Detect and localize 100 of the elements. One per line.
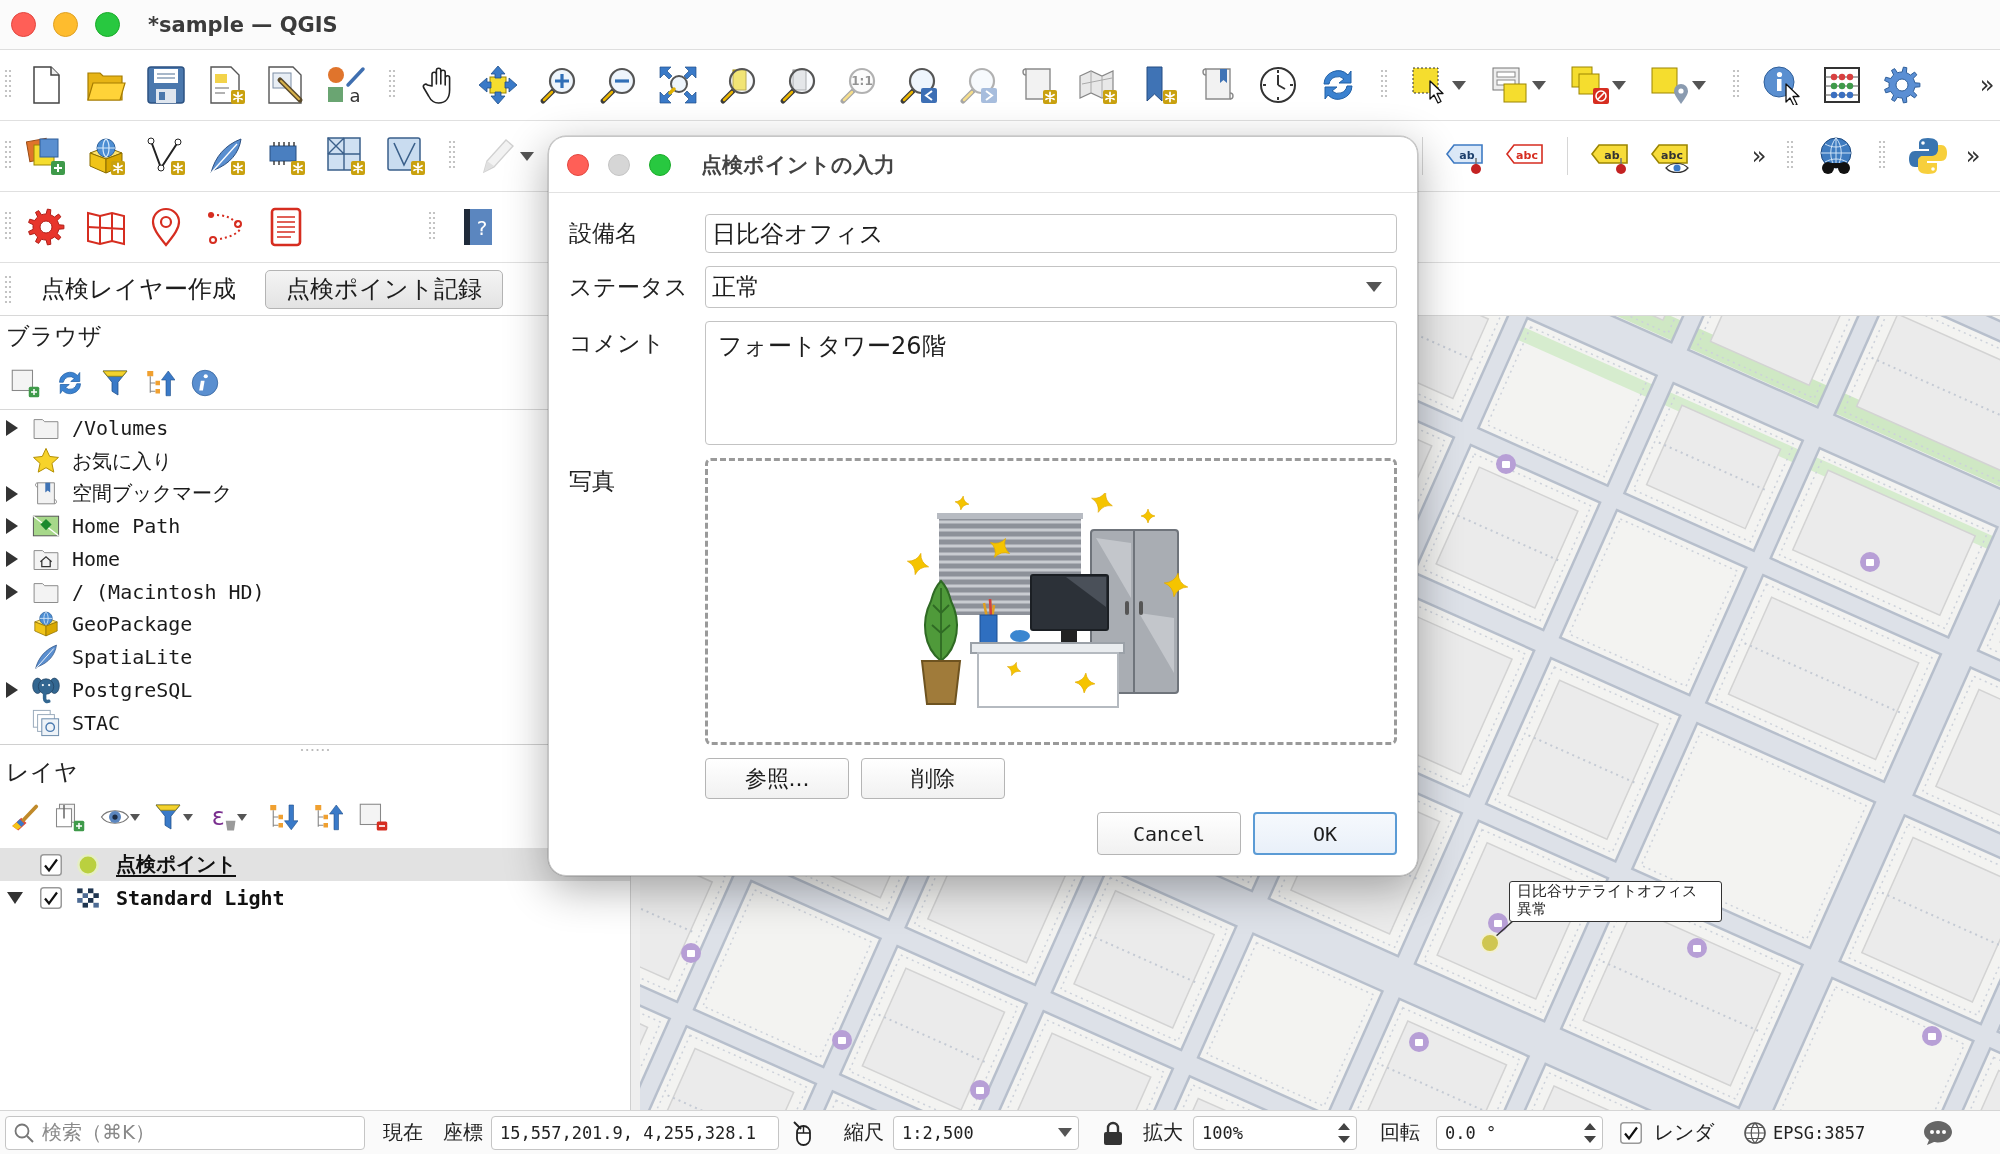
caret-icon[interactable] (1452, 80, 1466, 90)
field-label: 写真 (569, 467, 616, 496)
tree-item-label[interactable]: STAC (72, 710, 121, 735)
caret-icon[interactable] (1366, 282, 1382, 292)
zoom-button[interactable] (95, 12, 120, 37)
layer-checkbox[interactable] (40, 853, 62, 876)
plugin-button[interactable]: 点検レイヤー作成 (20, 269, 257, 309)
info-cursor-icon[interactable] (1762, 65, 1802, 105)
tree-item-label[interactable]: GeoPackage (72, 612, 193, 637)
vertices-badge-icon[interactable] (146, 136, 186, 176)
stacked-layers-plus-icon[interactable] (26, 136, 66, 176)
magnifier-spinbox[interactable]: 100% (1193, 1115, 1357, 1150)
window-title: *sample — QGIS (148, 12, 338, 37)
scale-label: 縮尺 (844, 1119, 884, 1146)
caret-icon[interactable] (1612, 80, 1626, 90)
expand-arrow-icon[interactable] (6, 485, 18, 502)
field-label: 設備名 (569, 219, 639, 248)
expand-arrow-icon[interactable] (6, 420, 18, 437)
caret-icon[interactable] (183, 813, 193, 821)
tree-item-label[interactable]: PostgreSQL (72, 677, 193, 702)
box-globe-badge-icon[interactable] (86, 136, 126, 176)
gear-icon[interactable] (26, 207, 66, 247)
scale-dropdown[interactable]: 1:2,500 (893, 1115, 1079, 1150)
drag-handle-icon[interactable] (4, 274, 12, 304)
tree-item-label[interactable]: /Volumes (72, 416, 169, 441)
layer-label[interactable]: Standard Light (116, 885, 285, 910)
magnifier-layer-icon[interactable] (778, 65, 818, 105)
square-minus-icon[interactable] (358, 802, 388, 832)
layer-checkbox[interactable] (40, 886, 62, 909)
dialog-title: 点検ポイントの入力 (701, 151, 895, 179)
collapse-arrow-icon[interactable] (7, 891, 23, 904)
elephant-head-icon (32, 675, 60, 704)
coordinate-field[interactable]: 15,557,201.9, 4,255,328.1 (491, 1115, 779, 1150)
close-button[interactable] (567, 153, 589, 176)
tree-item-label[interactable]: Home (72, 547, 121, 572)
overflow-button[interactable]: » (1958, 136, 1988, 176)
field-label: コメント (569, 329, 666, 358)
layer-row[interactable]: Standard Light (0, 881, 630, 914)
photo-action-button[interactable]: 削除 (861, 758, 1005, 799)
mesh-badge-icon[interactable] (386, 136, 426, 176)
render-label[interactable]: レンダ (1654, 1119, 1714, 1146)
tree-item-label[interactable]: お気に入り (72, 447, 172, 475)
expand-arrow-icon[interactable] (6, 518, 18, 535)
tree-item-label[interactable]: SpatiaLite (72, 645, 193, 670)
tree-item-label[interactable]: Home Path (72, 514, 181, 539)
info-icon[interactable] (189, 367, 220, 398)
status-dropdown[interactable]: 正常 (705, 266, 1397, 308)
zoom-in-icon[interactable] (538, 65, 578, 105)
crs-button[interactable]: EPSG:3857 (1743, 1120, 1866, 1145)
caret-icon[interactable] (1058, 1128, 1072, 1137)
zoom-button[interactable] (649, 153, 671, 176)
expand-arrows-magnifier-icon[interactable] (658, 65, 698, 105)
square-plus-icon[interactable] (9, 367, 40, 398)
stacked-pages-icon (32, 708, 60, 737)
expand-arrow-icon[interactable] (6, 551, 18, 568)
rotation-spinbox[interactable]: 0.0 ° (1436, 1115, 1603, 1150)
lock-icon[interactable] (1103, 1119, 1123, 1146)
search-field[interactable]: 検索（⌘K） (5, 1115, 365, 1150)
plugin-button[interactable]: 点検ポイント記録 (265, 269, 503, 309)
snakes-icon[interactable] (1908, 136, 1948, 176)
panel-title: ブラウザ (6, 321, 102, 351)
dialog-button[interactable]: OK (1253, 812, 1397, 855)
filter-icon[interactable] (99, 367, 130, 398)
splitter-handle-icon[interactable] (300, 748, 330, 752)
render-checkbox[interactable] (1620, 1121, 1642, 1144)
tree-up-arrow-icon[interactable] (313, 802, 343, 832)
zoom-out-icon[interactable] (598, 65, 638, 105)
layer-label[interactable]: 点検ポイント (116, 851, 236, 878)
dialog-button[interactable]: Cancel (1097, 812, 1241, 855)
tree-item-label[interactable]: / (Macintosh HD) (72, 579, 265, 604)
filter-icon[interactable] (153, 802, 183, 832)
message-bubble-icon[interactable] (1923, 1119, 1954, 1146)
settings-icon[interactable] (1882, 65, 1922, 105)
overflow-button[interactable]: » (1744, 136, 1774, 176)
squares-prohibited-icon[interactable] (1570, 65, 1610, 105)
caret-icon[interactable] (129, 813, 140, 821)
tree-down-arrow-icon[interactable] (268, 802, 298, 832)
coordinate-label: 座標 (443, 1119, 483, 1146)
comment-field[interactable]: フォートタワー26階 (705, 321, 1397, 445)
pages-plus-icon[interactable] (54, 802, 85, 832)
photo-action-button[interactable]: 参照... (705, 758, 849, 799)
close-button[interactable] (11, 12, 36, 37)
abacus-icon[interactable] (1822, 65, 1862, 105)
arrows-square-icon[interactable] (478, 65, 518, 105)
overflow-button[interactable]: » (1972, 65, 2000, 105)
magnifier-square-icon[interactable] (718, 65, 758, 105)
expand-arrow-icon[interactable] (6, 681, 18, 698)
tree-item-label[interactable]: 空間ブックマーク (72, 480, 232, 508)
expand-arrow-icon[interactable] (6, 583, 18, 600)
clock-icon[interactable] (1258, 65, 1298, 105)
caret-icon[interactable] (236, 813, 247, 821)
grid-badge-icon[interactable] (326, 136, 366, 176)
name-field[interactable]: 日比谷オフィス (705, 214, 1397, 253)
photo-drop-area[interactable] (705, 458, 1397, 745)
feather-icon (32, 643, 60, 672)
box-globe-icon (32, 610, 60, 639)
magnifier-back-icon[interactable] (898, 65, 938, 105)
caret-icon[interactable] (1532, 80, 1546, 90)
status-caption: 現在 (383, 1119, 423, 1146)
caret-icon[interactable] (1692, 80, 1706, 90)
